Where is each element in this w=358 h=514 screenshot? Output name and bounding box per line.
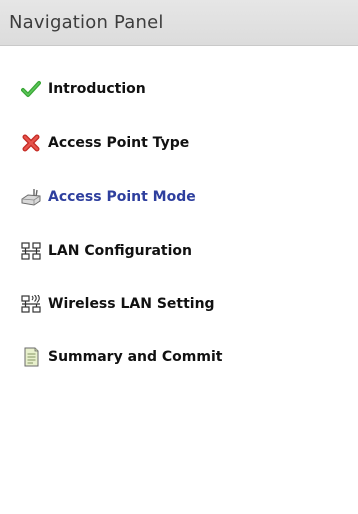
nav-item-label: Access Point Type — [48, 135, 190, 151]
nav-item-introduction[interactable]: Introduction — [20, 77, 146, 101]
navigation-panel: Navigation Panel Introduction Access Poi… — [0, 0, 358, 514]
nav-item-label: LAN Configuration — [48, 243, 192, 259]
nav-item-label: Access Point Mode — [48, 189, 196, 205]
network-lan-icon — [20, 240, 42, 262]
panel-title: Navigation Panel — [9, 12, 164, 33]
access-point-device-icon — [20, 186, 42, 208]
nav-item-label: Introduction — [48, 81, 146, 97]
nav-item-label: Wireless LAN Setting — [48, 296, 215, 312]
check-icon — [20, 78, 42, 100]
nav-item-lan-configuration[interactable]: LAN Configuration — [20, 239, 192, 263]
wireless-lan-icon — [20, 293, 42, 315]
nav-item-summary-and-commit[interactable]: Summary and Commit — [20, 345, 222, 369]
error-x-icon — [20, 132, 42, 154]
nav-item-label: Summary and Commit — [48, 349, 223, 365]
nav-item-wireless-lan-setting[interactable]: Wireless LAN Setting — [20, 292, 215, 316]
document-summary-icon — [20, 346, 42, 368]
panel-header: Navigation Panel — [0, 0, 358, 46]
nav-item-access-point-mode[interactable]: Access Point Mode — [20, 185, 196, 209]
nav-item-access-point-type[interactable]: Access Point Type — [20, 131, 189, 155]
